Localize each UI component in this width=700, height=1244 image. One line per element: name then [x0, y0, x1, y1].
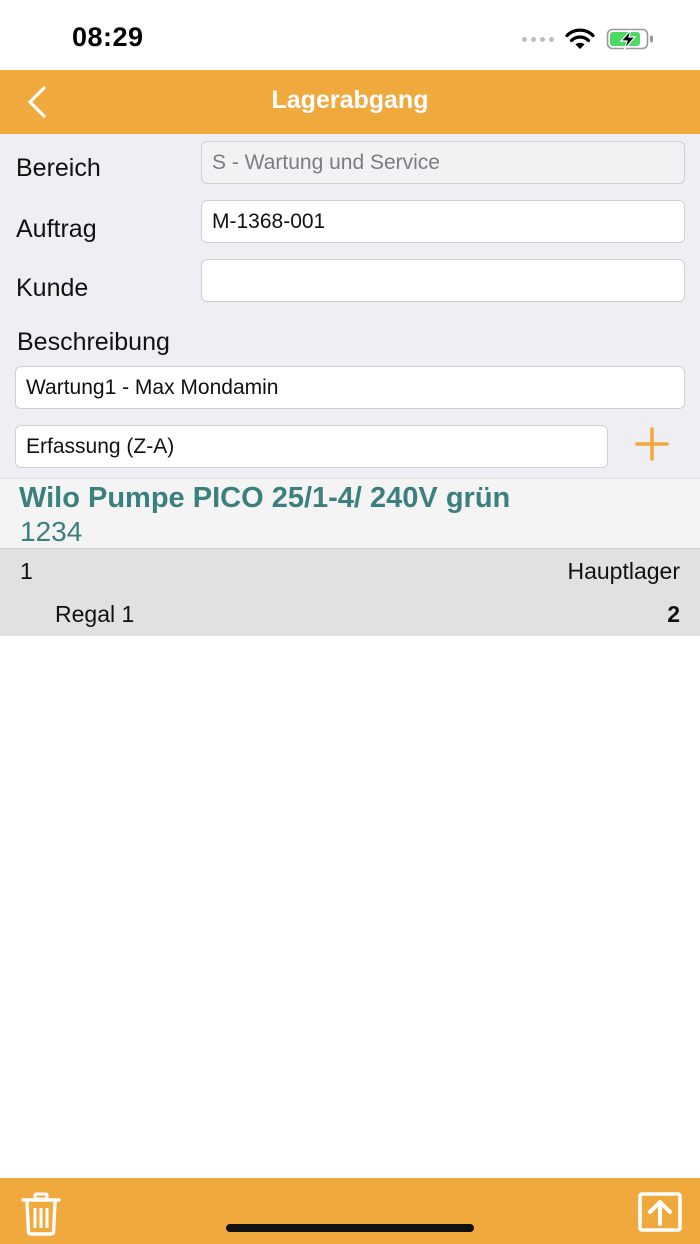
- navigation-bar: Lagerabgang: [0, 70, 700, 134]
- status-bar: 08:29: [0, 0, 700, 70]
- delete-button[interactable]: [20, 1192, 62, 1236]
- beschreibung-field[interactable]: Wartung1 - Max Mondamin: [15, 366, 685, 409]
- beschreibung-label: Beschreibung: [17, 328, 170, 356]
- article-header[interactable]: Wilo Pumpe PICO 25/1-4/ 240V grün 1234: [0, 478, 700, 548]
- battery-charging-icon: [606, 28, 653, 50]
- signal-dots-icon: [522, 36, 554, 42]
- erfassung-select[interactable]: Erfassung (Z-A): [15, 425, 608, 468]
- stock-row-quantity: 2: [667, 601, 680, 627]
- auftrag-label: Auftrag: [16, 215, 97, 243]
- wifi-icon: [565, 28, 595, 49]
- auftrag-field[interactable]: M-1368-001: [201, 200, 685, 243]
- add-button[interactable]: [632, 424, 672, 464]
- bereich-label: Bereich: [16, 154, 101, 182]
- stock-row-location[interactable]: 1 Hauptlager: [0, 548, 700, 592]
- bereich-field[interactable]: S - Wartung und Service: [201, 141, 685, 184]
- stock-row-warehouse: Hauptlager: [567, 558, 680, 584]
- article-name: Wilo Pumpe PICO 25/1-4/ 240V grün: [19, 482, 511, 514]
- stock-row-shelf-name: Regal 1: [55, 601, 135, 627]
- kunde-label: Kunde: [16, 274, 89, 302]
- upload-button[interactable]: [638, 1192, 682, 1232]
- page-title: Lagerabgang: [271, 86, 429, 114]
- bottom-toolbar: [0, 1178, 700, 1244]
- upload-icon: [638, 1192, 682, 1232]
- status-time: 08:29: [72, 22, 144, 52]
- trash-icon: [21, 1192, 61, 1236]
- article-number: 1234: [20, 516, 83, 547]
- status-icons: [522, 26, 654, 52]
- stock-row-shelf[interactable]: Regal 1 2: [0, 592, 700, 636]
- stock-row-id: 1: [20, 558, 33, 584]
- kunde-field[interactable]: [201, 259, 685, 302]
- home-indicator: [226, 1224, 474, 1232]
- plus-icon: [635, 427, 669, 461]
